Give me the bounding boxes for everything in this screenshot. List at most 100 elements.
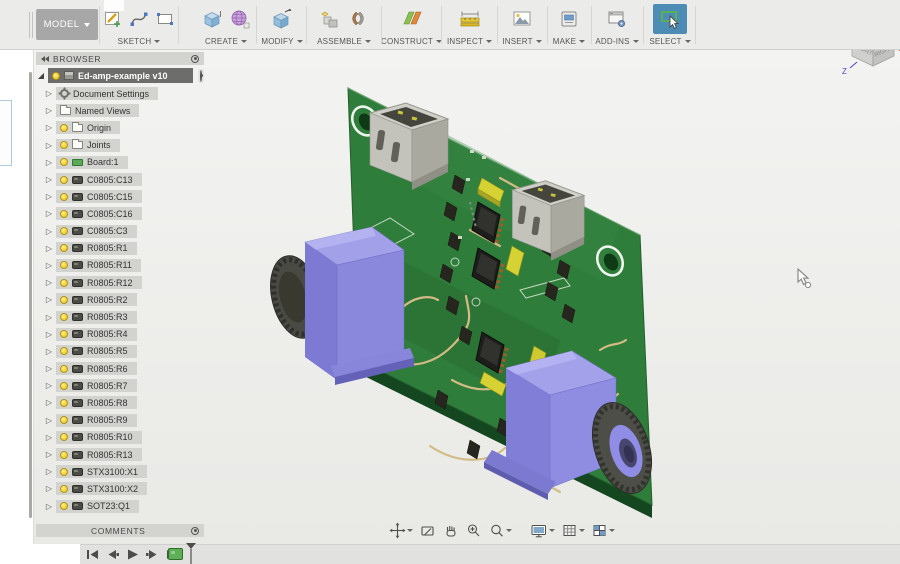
visibility-bulb-icon[interactable] — [60, 279, 68, 287]
activate-component-radio[interactable] — [198, 69, 204, 83]
tree-item[interactable]: ▷ Board:1 — [36, 154, 204, 171]
expand-arrow-icon[interactable]: ▷ — [44, 398, 54, 407]
tree-item[interactable]: ▷ R0805:R12 — [36, 274, 204, 291]
toolbar-grip[interactable] — [29, 12, 33, 38]
visibility-bulb-icon[interactable] — [60, 347, 68, 355]
tree-item[interactable]: ▷ R0805:R1 — [36, 240, 204, 257]
construct-menu[interactable]: CONSTRUCT — [381, 35, 442, 47]
expand-arrow-icon[interactable]: ▷ — [44, 106, 54, 115]
joint-icon[interactable] — [347, 8, 369, 30]
rectangle-icon[interactable] — [155, 9, 175, 29]
tree-item[interactable]: ▷ R0805:R4 — [36, 326, 204, 343]
expand-arrow-icon[interactable]: ▷ — [44, 467, 54, 476]
visibility-bulb-icon[interactable] — [60, 158, 68, 166]
new-component-icon[interactable] — [319, 8, 341, 30]
tree-item[interactable]: ▷ R0805:R2 — [36, 291, 204, 308]
visibility-bulb-icon[interactable] — [60, 141, 68, 149]
browser-header[interactable]: BROWSER — [36, 52, 204, 65]
expand-arrow-icon[interactable]: ▷ — [44, 484, 54, 493]
select-tool-active[interactable] — [653, 4, 687, 34]
zoom-button[interactable] — [464, 522, 483, 539]
tree-item[interactable]: ▷ Document Settings — [36, 85, 204, 102]
browser-root-item[interactable]: ◢ Ed-amp-example v10 — [36, 68, 204, 83]
measure-icon[interactable] — [458, 8, 482, 30]
expand-arrow-icon[interactable]: ▷ — [44, 433, 54, 442]
visibility-bulb-icon[interactable] — [60, 416, 68, 424]
visibility-bulb-icon[interactable] — [60, 193, 68, 201]
visibility-bulb-icon[interactable] — [60, 451, 68, 459]
tree-item[interactable]: ▷ R0805:R3 — [36, 308, 204, 325]
expand-arrow-icon[interactable]: ▷ — [44, 158, 54, 167]
expand-arrow-icon[interactable]: ▷ — [44, 330, 54, 339]
tree-item[interactable]: ▷ C0805:C15 — [36, 188, 204, 205]
visibility-bulb-icon[interactable] — [60, 365, 68, 373]
insert-image-icon[interactable] — [511, 8, 533, 30]
expand-arrow-icon[interactable]: ▷ — [44, 450, 54, 459]
visibility-bulb-icon[interactable] — [60, 433, 68, 441]
display-settings-button[interactable] — [529, 522, 556, 539]
expand-arrow-icon[interactable]: ▷ — [44, 364, 54, 373]
expand-arrow-icon[interactable]: ▷ — [44, 123, 54, 132]
visibility-bulb-icon[interactable] — [60, 244, 68, 252]
expand-arrow-icon[interactable]: ▷ — [44, 141, 54, 150]
inspect-menu[interactable]: INSPECT — [447, 35, 492, 47]
viewports-button[interactable] — [590, 522, 616, 539]
look-at-button[interactable] — [418, 522, 437, 539]
tree-item[interactable]: ▷ R0805:R11 — [36, 257, 204, 274]
tree-item[interactable]: ▷ STX3100:X1 — [36, 463, 204, 480]
expand-arrow-icon[interactable]: ▷ — [44, 192, 54, 201]
fit-button[interactable] — [487, 522, 513, 539]
tree-item[interactable]: ▷ R0805:R10 — [36, 429, 204, 446]
insert-menu[interactable]: INSERT — [502, 35, 541, 47]
add-ins-icon[interactable] — [606, 8, 628, 30]
timeline-skip-start-button[interactable] — [86, 549, 99, 560]
tree-item[interactable]: ▷ R0805:R13 — [36, 446, 204, 463]
collapse-panel-icon[interactable] — [41, 56, 49, 62]
visibility-bulb-icon[interactable] — [60, 313, 68, 321]
create-menu[interactable]: CREATE — [205, 35, 247, 47]
panel-options-icon[interactable] — [191, 527, 199, 535]
expand-arrow-icon[interactable]: ◢ — [36, 71, 46, 80]
timeline-step-forward-button[interactable] — [146, 549, 159, 560]
tree-item[interactable]: ▷ SOT23:Q1 — [36, 498, 204, 515]
tree-item[interactable]: ▷ R0805:R7 — [36, 377, 204, 394]
visibility-bulb-icon[interactable] — [60, 399, 68, 407]
visibility-bulb-icon[interactable] — [60, 382, 68, 390]
make-menu[interactable]: MAKE — [553, 35, 585, 47]
timeline-play-button[interactable] — [126, 549, 139, 560]
visibility-bulb-icon[interactable] — [60, 502, 68, 510]
expand-arrow-icon[interactable]: ▷ — [44, 347, 54, 356]
expand-arrow-icon[interactable]: ▷ — [44, 209, 54, 218]
expand-arrow-icon[interactable]: ▷ — [44, 381, 54, 390]
visibility-bulb-icon[interactable] — [60, 468, 68, 476]
expand-arrow-icon[interactable]: ▷ — [44, 416, 54, 425]
pan-button[interactable] — [441, 522, 460, 539]
tree-item[interactable]: ▷ R0805:R5 — [36, 343, 204, 360]
expand-arrow-icon[interactable]: ▷ — [44, 244, 54, 253]
browser-scrollbar[interactable] — [29, 72, 32, 518]
expand-arrow-icon[interactable]: ▷ — [44, 502, 54, 511]
orbit-button[interactable] — [388, 522, 414, 539]
expand-arrow-icon[interactable]: ▷ — [44, 175, 54, 184]
assemble-menu[interactable]: ASSEMBLE — [317, 35, 371, 47]
sketch-menu[interactable]: SKETCH — [118, 35, 161, 47]
expand-arrow-icon[interactable]: ▷ — [44, 261, 54, 270]
expand-arrow-icon[interactable]: ▷ — [44, 313, 54, 322]
visibility-bulb-icon[interactable] — [60, 227, 68, 235]
tree-item[interactable]: ▷ C0805:C3 — [36, 223, 204, 240]
visibility-bulb-icon[interactable] — [60, 210, 68, 218]
visibility-bulb-icon[interactable] — [60, 330, 68, 338]
new-body-icon[interactable] — [201, 8, 223, 30]
visibility-bulb-icon[interactable] — [60, 485, 68, 493]
expand-arrow-icon[interactable]: ▷ — [44, 227, 54, 236]
tree-item[interactable]: ▷ STX3100:X2 — [36, 480, 204, 497]
make-icon[interactable] — [559, 8, 579, 30]
tree-item[interactable]: ▷ C0805:C16 — [36, 205, 204, 222]
tree-item[interactable]: ▷ R0805:R9 — [36, 412, 204, 429]
panel-options-icon[interactable] — [191, 55, 199, 63]
tree-item[interactable]: ▷ C0805:C13 — [36, 171, 204, 188]
workspace-switcher[interactable]: MODEL — [36, 9, 98, 40]
visibility-bulb-icon[interactable] — [60, 261, 68, 269]
visibility-bulb-icon[interactable] — [52, 72, 60, 80]
tree-item[interactable]: ▷ Origin — [36, 119, 204, 136]
